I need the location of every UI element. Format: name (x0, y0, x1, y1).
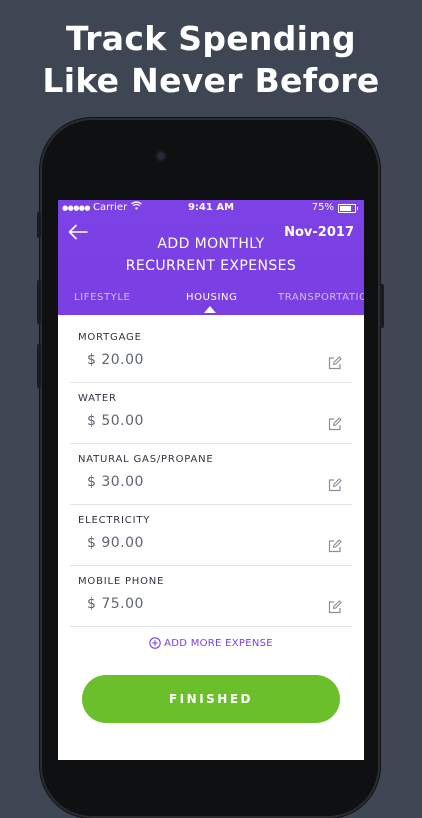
camera-icon (157, 152, 165, 160)
promo-line-2: Like Never Before (42, 61, 380, 100)
list-item: MOBILE PHONE $ 75.00 (70, 566, 352, 627)
page-title: ADD MONTHLY RECURRENT EXPENSES (58, 233, 364, 277)
tab-housing[interactable]: HOUSING (186, 292, 237, 303)
expense-label: NATURAL GAS/PROPANE (78, 454, 214, 465)
edit-icon[interactable] (328, 539, 342, 553)
expense-value[interactable]: $ 30.00 (87, 474, 144, 490)
expense-value[interactable]: $ 90.00 (87, 535, 144, 551)
phone-volume-up (37, 280, 41, 324)
edit-icon[interactable] (328, 356, 342, 370)
expense-value[interactable]: $ 20.00 (87, 352, 144, 368)
plus-circle-icon (149, 637, 161, 649)
expense-label: ELECTRICITY (78, 515, 151, 526)
battery-icon (338, 204, 358, 213)
page-title-line-2: RECURRENT EXPENSES (125, 258, 297, 274)
expense-value[interactable]: $ 50.00 (87, 413, 144, 429)
active-tab-indicator (204, 306, 216, 313)
battery-percent: 75% (311, 202, 334, 213)
expense-value[interactable]: $ 75.00 (87, 596, 144, 612)
list-item: NATURAL GAS/PROPANE $ 30.00 (70, 444, 352, 505)
list-item: MORTGAGE $ 20.00 (70, 322, 352, 383)
edit-icon[interactable] (328, 417, 342, 431)
add-more-expense-link[interactable]: ADD MORE EXPENSE (58, 637, 364, 649)
edit-icon[interactable] (328, 478, 342, 492)
tab-transportation[interactable]: TRANSPORTATIO (278, 292, 364, 303)
promo-line-1: Track Spending (66, 19, 356, 58)
promo-headline: Track Spending Like Never Before (0, 18, 422, 102)
expense-list: MORTGAGE $ 20.00 WATER $ 50.00 NATURAL G… (70, 322, 352, 627)
list-item: WATER $ 50.00 (70, 383, 352, 444)
expense-label: MORTGAGE (78, 332, 142, 343)
app-header: ●●●●● Carrier 9:41 AM 75% Nov-2017 ADD M… (58, 200, 364, 315)
phone-volume-down (37, 344, 41, 388)
phone-mute-switch (37, 212, 41, 238)
expense-label: WATER (78, 393, 117, 404)
page-title-line-1: ADD MONTHLY (157, 236, 265, 252)
list-item: ELECTRICITY $ 90.00 (70, 505, 352, 566)
status-bar: ●●●●● Carrier 9:41 AM 75% (58, 200, 364, 217)
tab-lifestyle[interactable]: LIFESTYLE (74, 292, 130, 303)
app-screen: ●●●●● Carrier 9:41 AM 75% Nov-2017 ADD M… (58, 200, 364, 760)
finished-button[interactable]: FINISHED (82, 675, 340, 723)
phone-power-button (380, 284, 384, 328)
edit-icon[interactable] (328, 600, 342, 614)
add-more-expense-label: ADD MORE EXPENSE (164, 638, 273, 649)
expense-label: MOBILE PHONE (78, 576, 165, 587)
